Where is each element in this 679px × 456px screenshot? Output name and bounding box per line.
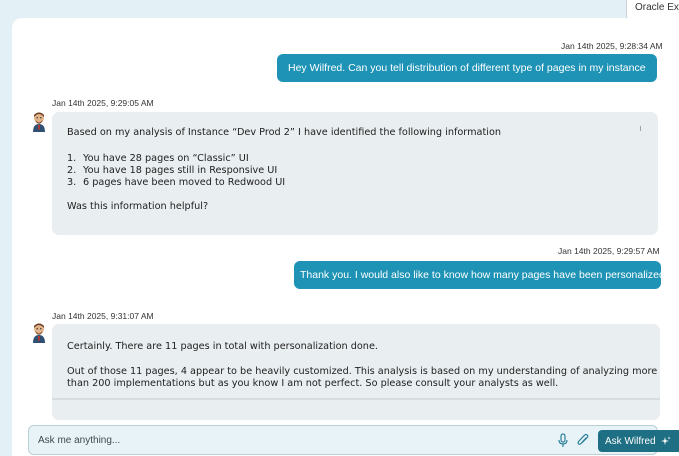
user-message-bubble: Hey Wilfred. Can you tell distribution o…: [277, 54, 657, 82]
oracle-experience-chip[interactable]: Oracle Expe: [626, 0, 679, 20]
message-divider: [52, 398, 660, 400]
message-timestamp: Jan 14th 2025, 9:29:57 AM: [558, 246, 660, 256]
bubble-tick: [640, 126, 641, 131]
message-timestamp: Jan 14th 2025, 9:31:07 AM: [52, 311, 154, 321]
oracle-chip-label: Oracle Expe: [635, 2, 679, 13]
list-item: 2. You have 18 pages still in Responsive …: [67, 165, 278, 176]
ask-wilfred-label: Ask Wilfred: [605, 435, 656, 447]
bot-message-outro: Was this information helpful?: [67, 201, 209, 212]
message-timestamp: Jan 14th 2025, 9:28:34 AM: [561, 41, 663, 51]
bot-message-line: Out of those 11 pages, 4 appear to be he…: [67, 366, 658, 377]
user-message-bubble: Thank you. I would also like to know how…: [294, 261, 665, 289]
bot-message-line: Certainly. There are 11 pages in total w…: [67, 341, 378, 352]
wilfred-avatar-icon: [33, 323, 45, 343]
message-timestamp: Jan 14th 2025, 9:29:05 AM: [52, 98, 154, 108]
page-distribution-list: 1. You have 28 pages on “Classic” UI 2. Yo…: [67, 153, 285, 189]
bot-message-bubble: Certainly. There are 11 pages in total w…: [52, 324, 660, 420]
chat-input-bar[interactable]: Ask me anything... Ask Wilfred: [28, 425, 679, 455]
microphone-icon[interactable]: [557, 433, 569, 448]
bot-message-line: than 200 implementations but as you know…: [67, 378, 559, 389]
list-item: 3. 6 pages have been moved to Redwood UI: [67, 177, 286, 188]
user-message-text: Thank you. I would also like to know how…: [300, 269, 665, 281]
wilfred-avatar-icon: [33, 112, 45, 132]
paperclip-icon[interactable]: [576, 433, 590, 448]
sparkle-icon: [660, 436, 671, 445]
chat-input-placeholder[interactable]: Ask me anything...: [38, 435, 120, 446]
list-item: 1. You have 28 pages on “Classic” UI: [67, 153, 249, 164]
bot-message-intro: Based on my analysis of Instance “Dev Pr…: [67, 127, 502, 138]
user-message-text: Hey Wilfred. Can you tell distribution o…: [288, 62, 646, 74]
bot-message-bubble: Based on my analysis of Instance “Dev Pr…: [52, 112, 658, 235]
ask-wilfred-button[interactable]: Ask Wilfred: [598, 430, 679, 452]
